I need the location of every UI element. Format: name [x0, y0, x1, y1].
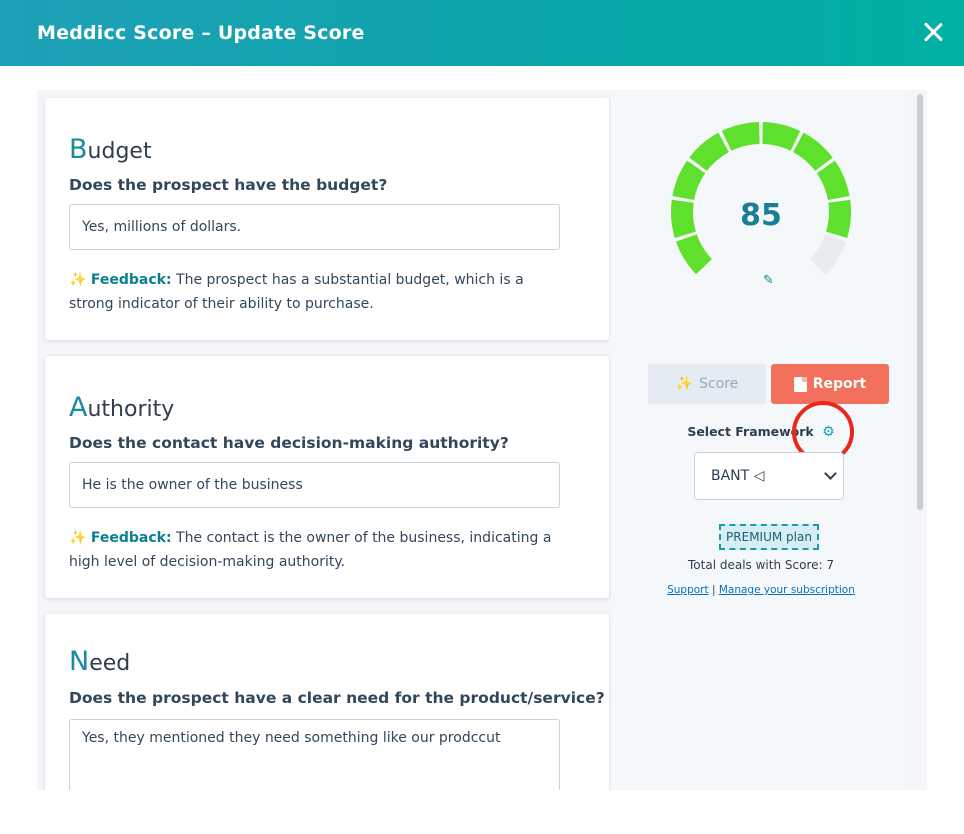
modal-header: Meddicc Score – Update Score [0, 0, 964, 66]
feedback-label: Feedback: [90, 272, 172, 288]
footer-links: Support | Manage your subscription [611, 584, 911, 596]
feedback-label: Feedback: [90, 530, 172, 546]
sparkle-icon: ✨ [69, 272, 87, 288]
need-question: Does the prospect have a clear need for … [69, 689, 605, 707]
close-icon[interactable] [920, 19, 946, 45]
modal-title: Meddicc Score – Update Score [37, 22, 365, 44]
manage-subscription-link[interactable]: Manage your subscription [719, 584, 855, 596]
score-panel: 85 ✎ ✨ Score Report Select Framework ⚙ B… [611, 90, 911, 790]
sparkle-icon: ✨ [69, 530, 87, 546]
link-separator: | [711, 584, 716, 596]
pencil-icon[interactable]: ✎ [763, 273, 774, 288]
authority-question: Does the contact have decision-making au… [69, 434, 509, 452]
report-button-label: Report [812, 376, 867, 392]
score-value: 85 [740, 198, 782, 233]
gauge-segment-filled [676, 234, 712, 275]
title-initial: A [69, 392, 88, 423]
budget-card: Budget Does the prospect have the budget… [45, 98, 609, 340]
score-button-label: Score [699, 376, 739, 392]
budget-answer-input[interactable]: Yes, millions of dollars. [69, 204, 560, 250]
document-icon [793, 376, 807, 392]
gauge-segment-filled [721, 122, 760, 151]
chevron-down-icon [824, 467, 837, 480]
gauge-segment-empty [810, 234, 846, 275]
budget-question: Does the prospect have the budget? [69, 176, 388, 194]
total-deals-text: Total deals with Score: 7 [688, 558, 834, 572]
modal-content: Budget Does the prospect have the budget… [37, 90, 927, 790]
title-rest: eed [89, 651, 131, 676]
card-title: Authority [69, 392, 174, 423]
gauge-segment-filled [689, 132, 729, 171]
framework-select[interactable]: BANT ◁ [694, 452, 844, 500]
title-initial: B [69, 134, 88, 165]
gauge-segment-filled [793, 132, 833, 171]
need-card: Need Does the prospect have a clear need… [45, 614, 609, 790]
authority-feedback: ✨ Feedback: The contact is the owner of … [69, 526, 569, 574]
gauge-segment-filled [762, 122, 801, 151]
report-button[interactable]: Report [771, 364, 889, 404]
budget-feedback: ✨ Feedback: The prospect has a substanti… [69, 268, 569, 316]
gauge-segment-filled [672, 160, 706, 200]
title-rest: udget [87, 139, 152, 164]
scrollbar-thumb[interactable] [917, 94, 923, 510]
authority-answer-input[interactable]: He is the owner of the business [69, 462, 560, 508]
title-initial: N [69, 646, 90, 677]
card-title: Need [69, 646, 130, 677]
framework-selected-value: BANT ◁ [711, 468, 765, 484]
framework-label: Select Framework ⚙ [611, 424, 911, 440]
score-button[interactable]: ✨ Score [648, 364, 766, 404]
card-title: Budget [69, 134, 152, 165]
need-answer-textarea[interactable]: Yes, they mentioned they need something … [69, 719, 560, 790]
premium-plan-badge: PREMIUM plan [719, 524, 819, 550]
sparkle-icon: ✨ [675, 376, 694, 392]
authority-card: Authority Does the contact have decision… [45, 356, 609, 598]
support-link[interactable]: Support [667, 584, 709, 596]
title-rest: uthority [87, 397, 175, 422]
gauge-segment-filled [816, 160, 850, 200]
